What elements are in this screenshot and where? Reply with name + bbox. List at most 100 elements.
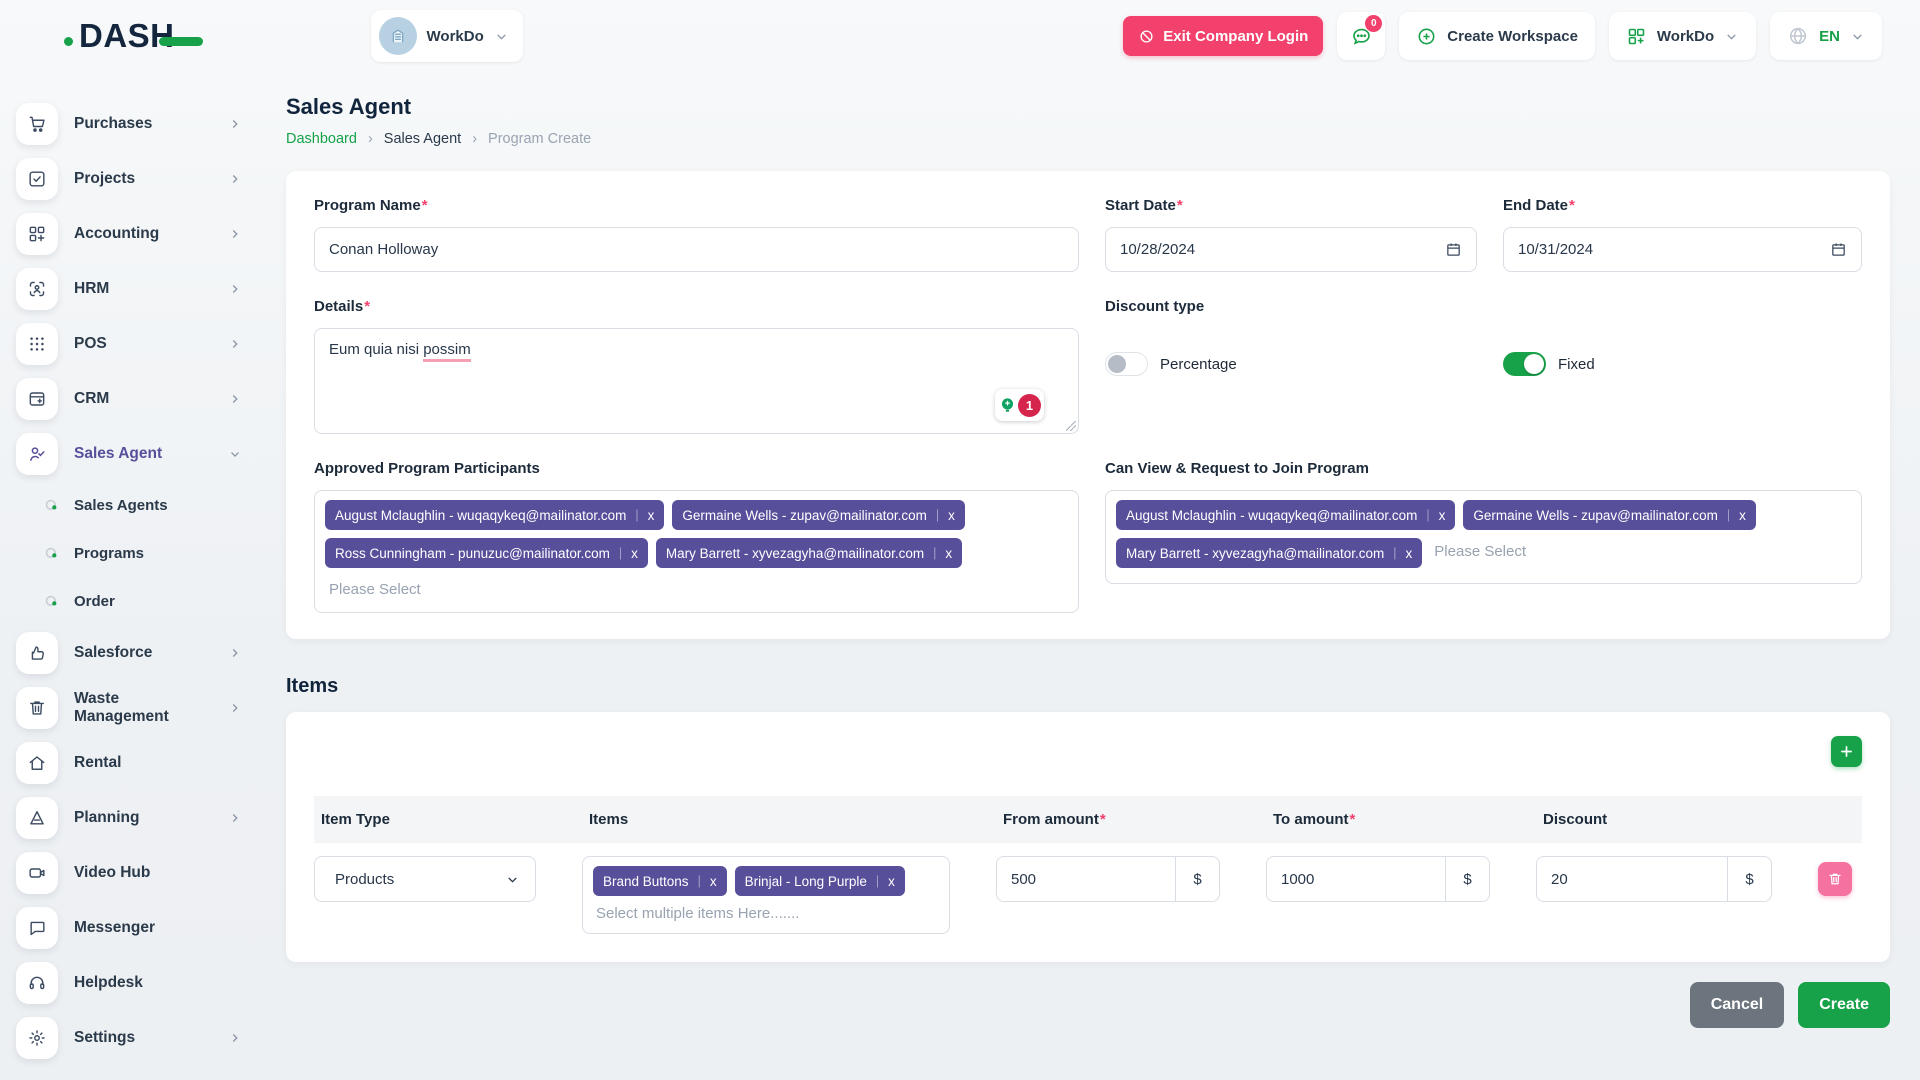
sidebar-item-hrm[interactable]: HRM [16,261,254,316]
trash-icon [1827,871,1843,887]
create-button[interactable]: Create [1798,982,1890,1028]
grid-dots-icon [16,323,58,365]
user-scan-icon [16,268,58,310]
discount-type-label: Discount type [1105,298,1862,315]
misspelled-word: possim [423,341,471,362]
chevron-right-icon [228,337,242,351]
language-menu[interactable]: EN [1770,12,1882,60]
sidebar-item-video-hub[interactable]: Video Hub [16,845,254,900]
ban-icon [1138,28,1155,45]
status-circle-icon [44,594,59,609]
sidebar-item-planning[interactable]: Planning [16,790,254,845]
sidebar-item-pos[interactable]: POS [16,316,254,371]
item-type-select[interactable]: Products [314,856,536,902]
remove-tag-icon[interactable]: x [648,508,655,523]
breadcrumb-separator: › [368,131,373,147]
participant-tag: August Mclaughlin - wuqaqykeq@mailinator… [325,500,664,530]
sidebar-item-accounting[interactable]: Accounting [16,206,254,261]
sidebar-item-rental[interactable]: Rental [16,735,254,790]
sidebar-subitem-programs[interactable]: Programs [16,529,254,577]
fixed-option: Fixed [1503,352,1862,376]
breadcrumb-dashboard[interactable]: Dashboard [286,131,357,147]
sidebar-item-sales-agent[interactable]: Sales Agent [16,426,254,481]
globe-icon [1787,25,1809,47]
app-logo[interactable]: DASH [64,17,203,55]
form-actions: Cancel Create [286,982,1890,1028]
discount-input[interactable] [1537,857,1727,901]
sidebar-item-waste-management[interactable]: Waste Management [16,680,254,735]
chevron-down-icon [505,872,520,887]
program-name-input[interactable] [314,227,1079,272]
percentage-toggle[interactable] [1105,352,1148,376]
messages-button[interactable]: 0 [1337,12,1385,60]
approved-participants-select[interactable]: August Mclaughlin - wuqaqykeq@mailinator… [314,490,1079,613]
chevron-right-icon [228,227,242,241]
calendar-icon[interactable] [1830,241,1847,258]
column-discount: Discount [1536,811,1772,828]
sidebar-item-messenger[interactable]: Messenger [16,900,254,955]
select-placeholder: Please Select [1430,538,1530,565]
main-content: Sales Agent Dashboard › Sales Agent › Pr… [262,72,1920,1080]
remove-tag-icon[interactable]: x [1406,546,1413,561]
to-amount-input[interactable] [1267,857,1445,901]
workspace-menu-label: WorkDo [1657,28,1714,45]
program-name-label: Program Name* [314,197,1079,214]
breadcrumb-current: Program Create [488,131,591,147]
discount-type-options: Percentage Fixed [1105,352,1862,376]
chevron-right-icon [228,1031,242,1045]
logo-text: DASH [79,17,175,55]
end-date-label: End Date* [1503,197,1862,214]
chevron-right-icon [228,172,242,186]
check-square-icon [16,158,58,200]
viewers-select[interactable]: August Mclaughlin - wuqaqykeq@mailinator… [1105,490,1862,584]
add-item-row-button[interactable] [1831,736,1862,767]
remove-tag-icon[interactable]: x [631,546,638,561]
column-item-type: Item Type [314,811,536,828]
chevron-right-icon [228,701,242,715]
remove-tag-icon[interactable]: x [1739,508,1746,523]
end-date-input[interactable]: 10/31/2024 [1503,227,1862,272]
layout-plus-icon [16,213,58,255]
chevron-right-icon [228,117,242,131]
headset-icon [16,962,58,1004]
sidebar-item-crm[interactable]: CRM [16,371,254,426]
logo-dash-bar [159,37,203,46]
create-workspace-button[interactable]: Create Workspace [1399,12,1595,60]
sidebar-item-salesforce[interactable]: Salesforce [16,625,254,680]
start-date-input[interactable]: 10/28/2024 [1105,227,1477,272]
column-from-amount: From amount* [996,811,1220,828]
remove-tag-icon[interactable]: x [1439,508,1446,523]
sidebar-item-projects[interactable]: Projects [16,151,254,206]
grammar-assistant-widget[interactable]: 1 [995,389,1044,421]
breadcrumb-sales-agent[interactable]: Sales Agent [384,131,461,147]
remove-tag-icon[interactable]: x [948,508,955,523]
currency-addon: $ [1445,857,1489,901]
cancel-button[interactable]: Cancel [1690,982,1784,1028]
page-title: Sales Agent [286,94,1890,120]
details-textarea[interactable]: Eum quia nisi possim 1 [314,328,1079,434]
suggestion-bulb-icon [998,396,1017,415]
sidebar-item-settings[interactable]: Settings [16,1010,254,1065]
fixed-toggle[interactable] [1503,352,1546,376]
workspace-menu[interactable]: WorkDo [1609,12,1756,60]
sidebar-item-helpdesk[interactable]: Helpdesk [16,955,254,1010]
remove-tag-icon[interactable]: x [710,874,717,889]
workspace-switcher[interactable]: WorkDo [371,10,523,62]
items-multiselect[interactable]: Brand Buttons|x Brinjal - Long Purple|x … [582,856,950,934]
select-placeholder: Please Select [325,576,425,603]
items-table-header: Item Type Items From amount* To amount* … [314,796,1862,843]
calendar-icon[interactable] [1445,241,1462,258]
building-icon [388,26,408,46]
delete-row-button[interactable] [1818,862,1852,896]
exit-company-login-button[interactable]: Exit Company Login [1123,16,1323,56]
remove-tag-icon[interactable]: x [945,546,952,561]
sidebar-subitem-sales-agents[interactable]: Sales Agents [16,481,254,529]
grid-plus-icon [1626,26,1647,47]
user-check-icon [16,433,58,475]
from-amount-input[interactable] [997,857,1175,901]
sidebar-item-purchases[interactable]: Purchases [16,96,254,151]
sidebar-subitem-order[interactable]: Order [16,577,254,625]
remove-tag-icon[interactable]: x [888,874,895,889]
status-circle-icon [44,546,59,561]
item-tag: Brand Buttons|x [593,866,727,896]
